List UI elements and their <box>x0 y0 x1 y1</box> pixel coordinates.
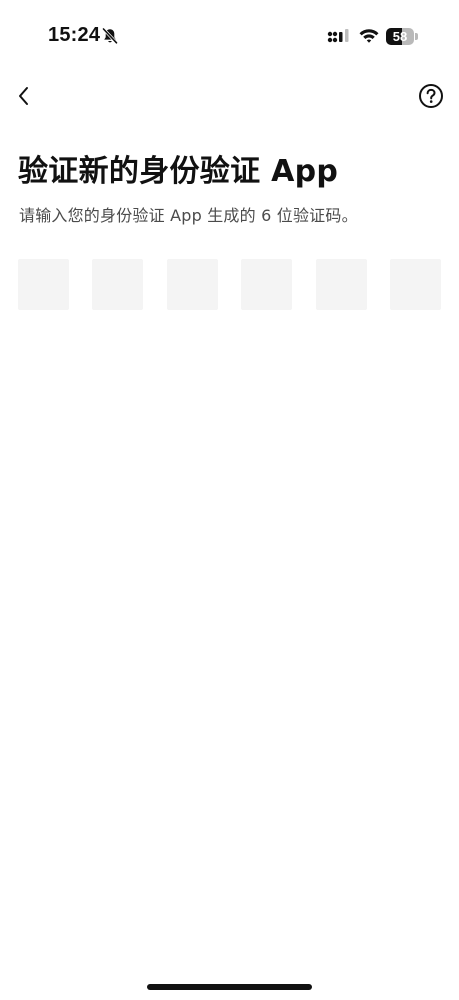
status-time: 15:24 <box>48 24 101 46</box>
verification-code-inputs <box>18 259 441 310</box>
verify-authenticator-screen: 15:24 58 验证新的身份验证 App 请输入您的身份验证 App 生成的 … <box>0 0 459 1000</box>
page-title: 验证新的身份验证 App <box>18 154 339 189</box>
bell-off-icon <box>101 27 119 45</box>
code-digit-6[interactable] <box>389 259 441 310</box>
battery-level: 58 <box>392 29 408 44</box>
code-digit-3[interactable] <box>166 259 218 310</box>
signal-icon <box>327 28 351 46</box>
status-bar: 15:24 58 <box>0 0 459 74</box>
chevron-left-icon <box>19 87 28 105</box>
page-subtitle: 请输入您的身份验证 App 生成的 6 位验证码。 <box>19 206 358 225</box>
question-circle-icon <box>419 84 443 108</box>
code-digit-2[interactable] <box>92 259 144 310</box>
home-indicator[interactable] <box>147 984 312 990</box>
help-button[interactable] <box>417 82 445 110</box>
code-digit-4[interactable] <box>241 259 293 310</box>
code-digit-5[interactable] <box>315 259 367 310</box>
battery-body: 58 <box>386 28 414 45</box>
code-digit-1[interactable] <box>18 259 69 310</box>
battery-icon: 58 <box>386 28 418 45</box>
battery-cap <box>415 33 418 40</box>
wifi-icon <box>358 27 380 45</box>
back-button[interactable] <box>8 80 40 112</box>
